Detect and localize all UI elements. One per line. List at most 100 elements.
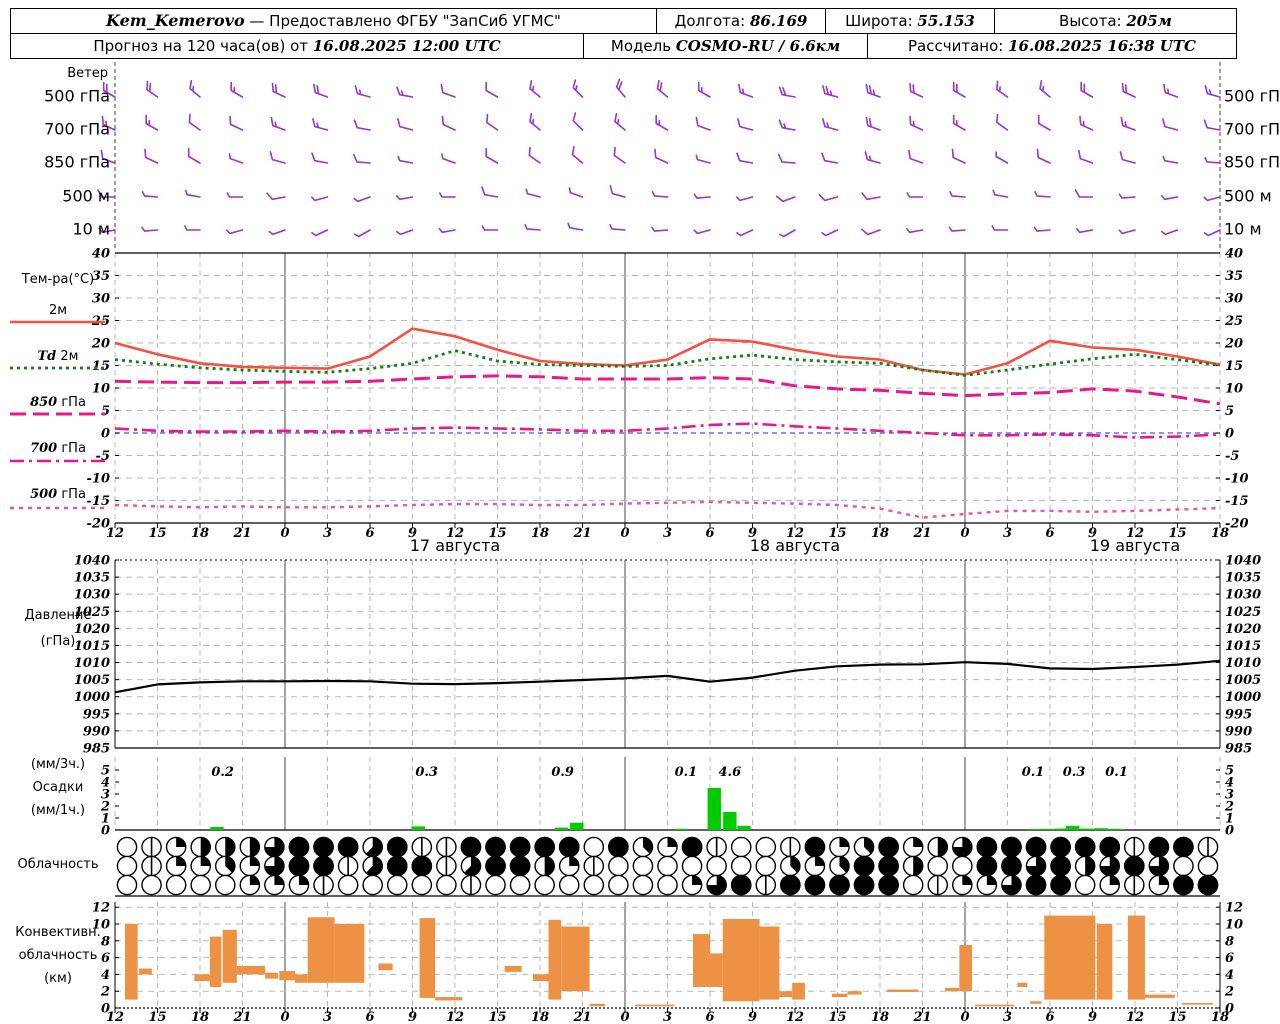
precip-3h-label: 0.2 [211,765,234,780]
wind-barb [226,229,244,235]
wind-barb [266,192,286,201]
precip-bar [411,826,425,830]
cloud-cover-symbol [608,855,629,877]
wind-barb [311,152,329,164]
cloud-cover-symbol-fill [1001,836,1022,858]
cloud-cover-symbol [1173,855,1194,877]
pressure-ytick-left: 995 [83,707,110,722]
wind-barb [312,118,329,131]
temp-ytick-left: -15 [87,494,111,509]
temp-ytick-right: 5 [1225,404,1234,419]
cloud-cover-symbol [755,855,777,877]
temp-ytick-left: 30 [92,292,110,307]
wind-barb [439,192,456,198]
wind-barb [609,224,626,231]
temp-ytick-right: 25 [1224,314,1243,329]
wind-barb [737,118,754,131]
wind-barb [949,191,966,198]
wind-barb [909,115,924,131]
x-tick-label-bottom: 18 [871,1010,889,1024]
wind-barb [1161,229,1179,236]
cloud-cover-symbol [583,874,605,896]
cloud-cover-symbol-fill [1085,856,1095,876]
x-tick-label-bottom: 9 [748,1010,757,1024]
precip-bar [554,827,568,830]
cloud-cover-symbol [386,874,408,896]
wind-barb [1036,148,1051,164]
cloud-cover-symbol [755,836,777,858]
cloud-cover-symbol-fill [485,836,506,858]
cloud-cover-symbol-fill [730,874,752,896]
convective-ytick-left: 12 [92,901,110,916]
wind-barb [438,228,456,234]
wind-barb [1074,189,1094,198]
wind-barb [822,85,839,98]
wind-barb [695,154,711,164]
cloud-cover-symbol-fill [386,836,408,858]
cloud-cover-symbol-fill [313,836,334,858]
wind-barb [485,147,499,164]
wind-barb [695,116,711,131]
wind-barb [952,114,966,131]
convective-ytick-right: 8 [1225,934,1234,949]
x-tick-label-bottom: 12 [106,1010,124,1024]
pressure-ytick-left: 1020 [74,622,110,637]
cloud-cover-symbol [411,874,433,896]
pressure-ytick-left: 1005 [74,673,110,688]
convective-cloud-bar [435,997,463,1001]
convective-cloud-bar [792,982,805,1000]
wind-barb [353,119,371,131]
x-tick-label-bottom: 12 [786,1010,804,1024]
x-tick-label-bottom: 0 [280,1010,289,1024]
pressure-ytick-left: 1015 [74,639,110,654]
cloud-cover-symbol-fill [1158,875,1169,885]
cloud-cover-symbol [534,874,555,896]
x-tick-label-top: 3 [1003,526,1012,541]
wind-barb [948,226,966,232]
cloud-cover-symbol-fill [386,855,408,877]
day-label: 18 августа [750,536,840,555]
x-tick-label-bottom: 0 [620,1010,629,1024]
wind-barb [1037,114,1051,131]
convective-cloud-bar [279,971,295,981]
wind-barb [529,80,541,98]
precip-3h-label: 0.1 [1022,765,1045,780]
precip-bar [1094,828,1108,830]
temp-ytick-left: 10 [92,382,110,397]
pressure-ytick-left: 1000 [74,690,110,705]
temp-ytick-right: -15 [1225,494,1249,509]
wind-barb [485,81,499,98]
wind-barb [860,228,881,236]
precip-bar [1080,828,1094,830]
wind-barb [184,225,201,231]
wind-level-label-left: 700 гПа [44,120,110,139]
convective-cloud-bar [124,924,138,1000]
cloud-cover-symbol [509,874,531,896]
wind-barb [229,115,244,131]
cloud-cover-symbol-fill [1123,855,1145,877]
x-tick-label-top: 21 [572,526,591,541]
wind-barb [736,229,754,237]
cloud-cover-symbol-fill [249,837,260,857]
x-tick-label-bottom: 12 [446,1010,464,1024]
x-tick-label-bottom: 3 [1003,1010,1012,1024]
convective-cloud-bar [589,1003,606,1007]
convective-cloud-bar [847,991,862,995]
pressure-ytick-left: 1035 [74,571,110,586]
wind-barb [352,153,371,164]
wind-barb [270,116,286,131]
convective-cloud-bar [419,918,436,998]
convective-cloud-bar [722,918,760,1002]
convective-ytick-left: 8 [101,934,110,949]
wind-level-label-right: 10 м [1224,220,1262,239]
precip-bar [674,828,689,830]
precip-bar [737,825,751,830]
x-tick-label-top: 0 [960,526,969,541]
wind-barb [568,187,584,198]
convective-cloud-bar [887,989,919,993]
cloud-cover-symbol-fill [1050,855,1071,877]
wind-level-label-left: 10 м [72,220,110,239]
wind-barb [1118,193,1136,199]
convective-ytick-left: 4 [101,968,110,983]
cloud-cover-symbol-fill [829,874,850,896]
